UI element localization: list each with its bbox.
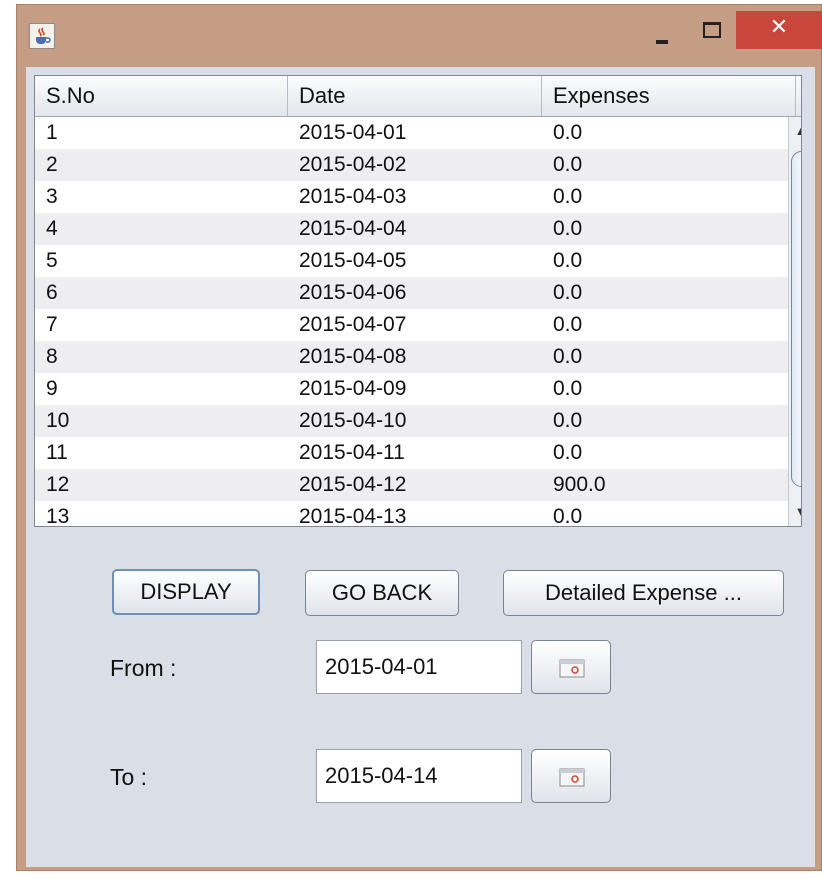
cell-expenses: 0.0 (553, 313, 583, 336)
table-row[interactable]: 10 2015-04-10 0.0 (35, 405, 790, 437)
detailed-expense-button[interactable]: Detailed Expense ... (503, 570, 784, 616)
cell-expenses: 900.0 (553, 473, 606, 496)
table-row[interactable]: 5 2015-04-05 0.0 (35, 245, 790, 277)
table-row[interactable]: 11 2015-04-11 0.0 (35, 437, 790, 469)
cell-expenses: 0.0 (553, 377, 583, 400)
maximize-icon (703, 22, 721, 38)
cell-date: 2015-04-02 (299, 153, 407, 176)
cell-sno: 3 (46, 185, 58, 208)
cell-expenses: 0.0 (553, 441, 583, 464)
table-row[interactable]: 4 2015-04-04 0.0 (35, 213, 790, 245)
cell-expenses: 0.0 (553, 505, 583, 527)
table-row[interactable]: 3 2015-04-03 0.0 (35, 181, 790, 213)
display-button[interactable]: DISPLAY (112, 569, 260, 615)
maximize-button[interactable] (692, 17, 730, 47)
cell-sno: 4 (46, 217, 58, 240)
application-window: ✕ S.No Date Expenses 1 2015-04-01 0.0 2 2015… (16, 4, 822, 871)
from-date-field[interactable]: 2015-04-01 (316, 640, 522, 694)
expenses-table: S.No Date Expenses 1 2015-04-01 0.0 2 2015-0… (34, 75, 802, 527)
column-header-sno[interactable]: S.No (35, 76, 288, 116)
column-header-date[interactable]: Date (288, 76, 542, 116)
minimize-icon (656, 40, 668, 44)
cell-date: 2015-04-08 (299, 345, 407, 368)
cell-date: 2015-04-12 (299, 473, 407, 496)
cell-sno: 7 (46, 313, 58, 336)
cell-sno: 1 (46, 121, 58, 144)
close-button[interactable]: ✕ (736, 11, 822, 49)
minimize-button[interactable] (645, 17, 683, 47)
go-back-button[interactable]: GO BACK (305, 570, 459, 616)
table-row[interactable]: 1 2015-04-01 0.0 (35, 117, 790, 149)
cell-expenses: 0.0 (553, 121, 583, 144)
cell-date: 2015-04-05 (299, 249, 407, 272)
cell-date: 2015-04-10 (299, 409, 407, 432)
scroll-down-arrow-icon[interactable]: ▼ (789, 501, 801, 523)
cell-sno: 11 (46, 441, 68, 464)
cell-sno: 12 (46, 473, 70, 496)
table-row[interactable]: 9 2015-04-09 0.0 (35, 373, 790, 405)
client-area: S.No Date Expenses 1 2015-04-01 0.0 2 2015-0… (26, 67, 815, 867)
calendar-icon (559, 768, 585, 787)
cell-date: 2015-04-03 (299, 185, 407, 208)
cell-date: 2015-04-01 (299, 121, 407, 144)
cell-expenses: 0.0 (553, 281, 583, 304)
cell-sno: 13 (46, 505, 70, 527)
cell-sno: 2 (46, 153, 58, 176)
column-header-expenses[interactable]: Expenses (542, 76, 796, 116)
from-calendar-button[interactable] (531, 640, 611, 694)
table-row[interactable]: 13 2015-04-13 0.0 (35, 501, 790, 527)
to-label: To : (110, 764, 148, 790)
cell-expenses: 0.0 (553, 409, 583, 432)
cell-sno: 6 (46, 281, 58, 304)
to-date-field[interactable]: 2015-04-14 (316, 749, 522, 803)
from-label: From : (110, 655, 177, 681)
cell-date: 2015-04-13 (299, 505, 407, 527)
cell-expenses: 0.0 (553, 249, 583, 272)
table-row[interactable]: 2 2015-04-02 0.0 (35, 149, 790, 181)
cell-date: 2015-04-07 (299, 313, 407, 336)
table-row[interactable]: 6 2015-04-06 0.0 (35, 277, 790, 309)
scrollbar-thumb[interactable] (791, 151, 801, 487)
cell-date: 2015-04-06 (299, 281, 407, 304)
table-row[interactable]: 12 2015-04-12 900.0 (35, 469, 790, 501)
cell-expenses: 0.0 (553, 153, 583, 176)
table-row[interactable]: 8 2015-04-08 0.0 (35, 341, 790, 373)
title-bar[interactable]: ✕ (17, 5, 822, 65)
vertical-scrollbar[interactable]: ▲ ▼ (788, 117, 801, 526)
cell-sno: 10 (46, 409, 70, 432)
close-icon: ✕ (769, 15, 789, 40)
scroll-up-arrow-icon[interactable]: ▲ (789, 120, 801, 142)
cell-date: 2015-04-04 (299, 217, 407, 240)
cell-date: 2015-04-11 (299, 441, 405, 464)
cell-expenses: 0.0 (553, 185, 583, 208)
cell-sno: 9 (46, 377, 58, 400)
cell-date: 2015-04-09 (299, 377, 407, 400)
java-cup-icon[interactable] (29, 23, 55, 49)
table-header: S.No Date Expenses (35, 76, 801, 117)
cell-sno: 5 (46, 249, 58, 272)
cell-expenses: 0.0 (553, 217, 583, 240)
table-body: 1 2015-04-01 0.0 2 2015-04-02 0.0 3 2015-04-03 0… (35, 117, 790, 527)
cell-expenses: 0.0 (553, 345, 583, 368)
cell-sno: 8 (46, 345, 58, 368)
to-calendar-button[interactable] (531, 749, 611, 803)
calendar-icon (559, 659, 585, 678)
table-row[interactable]: 7 2015-04-07 0.0 (35, 309, 790, 341)
